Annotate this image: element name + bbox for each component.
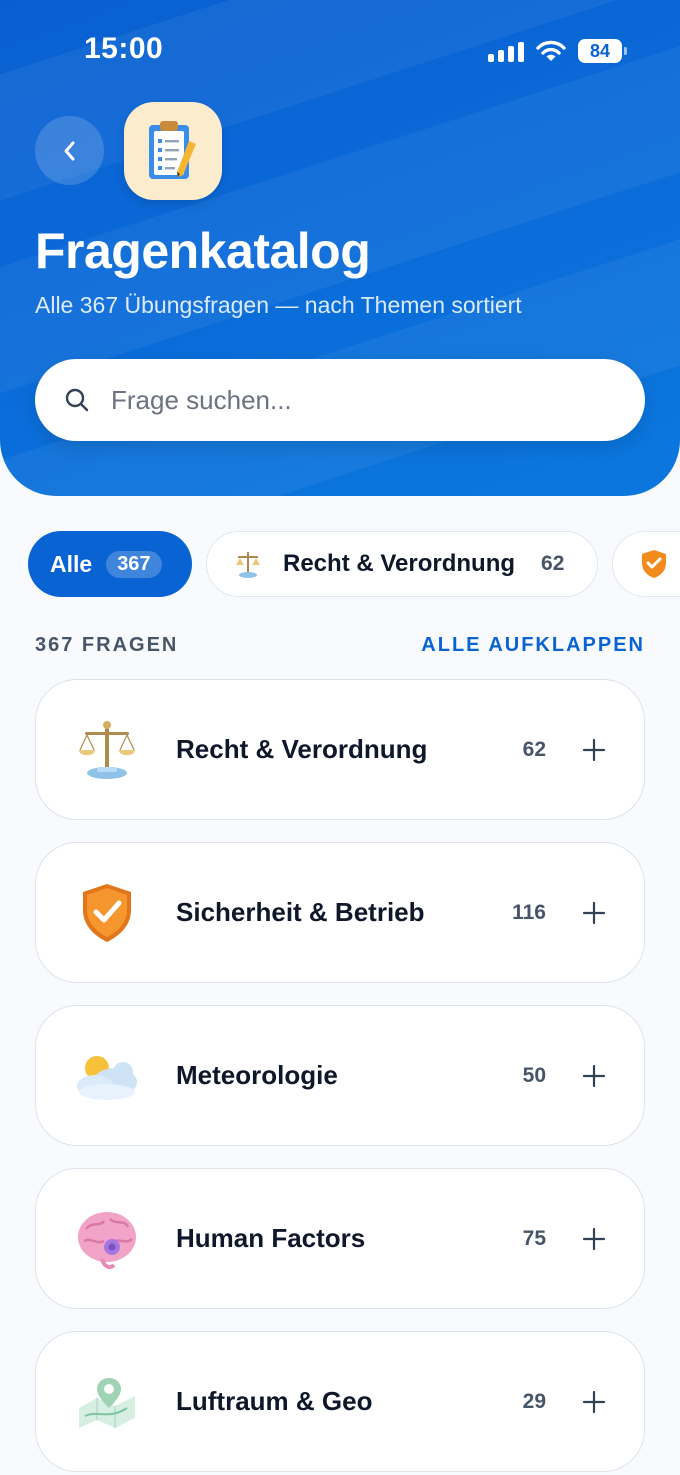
category-card-luftraum[interactable]: Luftraum & Geo 29 <box>35 1331 645 1472</box>
clipboard-app-icon <box>124 102 222 200</box>
category-count: 75 <box>522 1226 546 1250</box>
filter-chip-count: 367 <box>106 550 162 578</box>
shield-check-icon <box>72 878 142 948</box>
category-card-recht[interactable]: Recht & Verordnung 62 <box>35 679 645 820</box>
battery-level: 84 <box>589 40 611 61</box>
category-count: 29 <box>522 1389 546 1413</box>
plus-icon <box>582 738 606 761</box>
filter-chip-label: Recht & Verordnung <box>283 550 516 577</box>
search-input[interactable] <box>111 384 591 416</box>
plus-icon <box>582 1227 606 1250</box>
category-title: Recht & Verordnung <box>176 734 428 764</box>
category-title: Meteorologie <box>176 1060 338 1090</box>
list-header: 367 FRAGEN ALLE AUFKLAPPEN <box>35 634 645 657</box>
search-bar[interactable] <box>35 359 645 441</box>
status-icons: 84 <box>488 36 627 66</box>
filter-chip-sicherheit[interactable] <box>612 531 680 597</box>
filter-chip-recht[interactable]: Recht & Verordnung 62 <box>206 531 598 597</box>
plus-icon <box>582 901 606 924</box>
back-button[interactable] <box>35 116 104 185</box>
category-title: Sicherheit & Betrieb <box>176 897 425 927</box>
clipboard-icon <box>149 121 196 179</box>
filter-chip-label: Alle <box>50 550 93 577</box>
page-subtitle: Alle 367 Übungsfragen — nach Themen sort… <box>35 292 522 318</box>
battery-indicator: 84 <box>578 39 627 63</box>
chevron-left-icon <box>64 141 74 160</box>
filter-chip-count: 62 <box>541 552 565 575</box>
header: 15:00 84 Fragenkatalog Alle 367 Übungsfr… <box>0 0 680 496</box>
category-card-sicherheit[interactable]: Sicherheit & Betrieb 116 <box>35 842 645 983</box>
category-count: 50 <box>522 1063 546 1087</box>
shield-icon <box>642 550 666 578</box>
plus-icon <box>582 1390 606 1413</box>
sun-cloud-icon <box>72 1041 142 1111</box>
page-title: Fragenkatalog <box>35 223 371 279</box>
brain-icon <box>72 1204 142 1274</box>
scales-icon <box>236 552 260 578</box>
filter-chip-alle[interactable]: Alle 367 <box>28 531 192 597</box>
wifi-icon <box>536 40 566 61</box>
category-count: 116 <box>512 900 546 924</box>
category-title: Human Factors <box>176 1223 366 1253</box>
category-title: Luftraum & Geo <box>176 1386 373 1416</box>
plus-icon <box>582 1064 606 1087</box>
question-count: 367 FRAGEN <box>35 634 179 656</box>
expand-all-button[interactable]: ALLE AUFKLAPPEN <box>421 634 645 657</box>
scales-icon <box>72 715 142 785</box>
status-time: 15:00 <box>84 32 164 65</box>
category-card-meteorologie[interactable]: Meteorologie 50 <box>35 1005 645 1146</box>
filter-chips: Alle 367 Recht & Verordnung 62 <box>0 531 680 599</box>
cellular-signal-icon <box>488 40 524 62</box>
category-card-human-factors[interactable]: Human Factors 75 <box>35 1168 645 1309</box>
map-pin-icon <box>72 1367 142 1437</box>
category-count: 62 <box>522 737 546 761</box>
search-icon <box>65 388 89 412</box>
